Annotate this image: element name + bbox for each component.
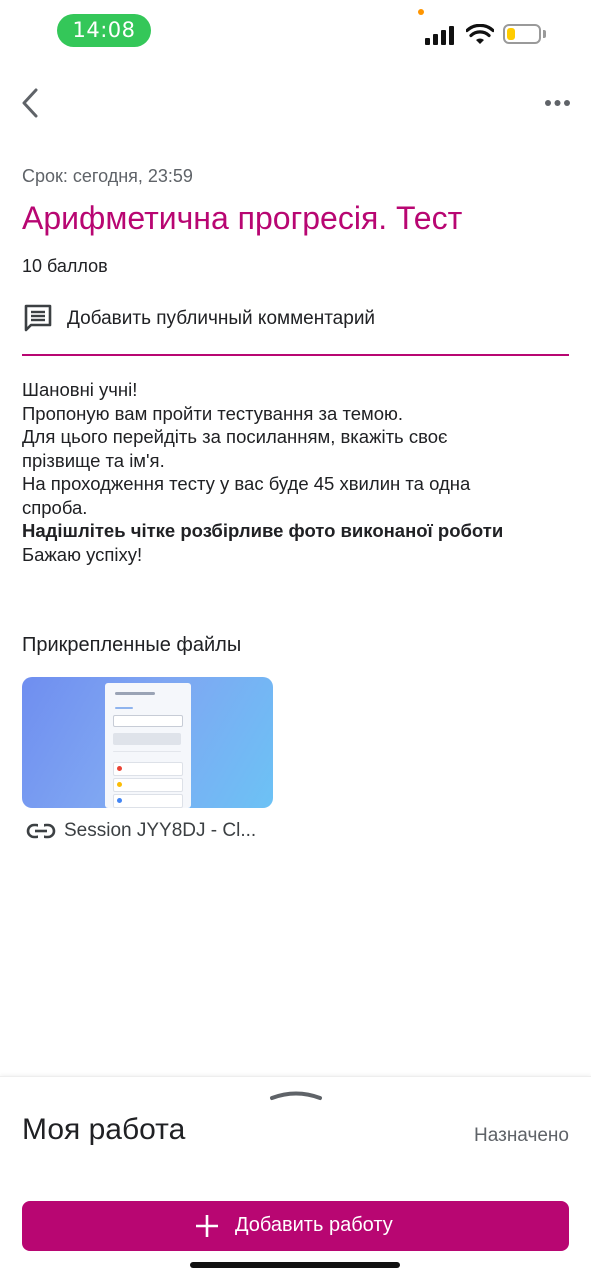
back-button[interactable]: [14, 84, 50, 122]
add-work-label: Добавить работу: [235, 1214, 393, 1236]
status-bar: 14:08: [0, 0, 591, 64]
expand-sheet-handle-icon[interactable]: [269, 1087, 323, 1103]
due-date: Срок: сегодня, 23:59: [22, 166, 193, 186]
plus-icon: [196, 1215, 218, 1237]
attachment-link[interactable]: Session JYY8DJ - Cl...: [26, 818, 286, 844]
assignment-description: Шановні учні! Пропоную вам пройти тестув…: [22, 378, 572, 566]
attachment-thumbnail[interactable]: [22, 677, 273, 808]
my-work-title: Моя работа: [22, 1113, 186, 1146]
chevron-left-icon: [22, 88, 38, 118]
thumbnail-preview-card: [105, 683, 191, 808]
link-icon: [26, 823, 56, 839]
description-line: спроба.: [22, 496, 88, 518]
battery-icon: [503, 24, 541, 44]
add-class-comment-button[interactable]: Добавить публичный комментарий: [22, 300, 562, 338]
description-line-bold: Надішлітеь чітке розбірливе фото виконан…: [22, 520, 504, 541]
assignment-points: 10 баллов: [22, 256, 108, 276]
work-status: Назначено: [474, 1125, 569, 1146]
status-time: 14:08: [57, 14, 151, 47]
my-work-sheet: Моя работа Назначено Добавить работу: [0, 1076, 591, 1281]
description-line: На проходження тесту у вас буде 45 хвили…: [22, 473, 471, 494]
home-indicator[interactable]: [190, 1262, 400, 1268]
attachments-heading: Прикрепленные файлы: [22, 634, 242, 656]
battery-tip: [543, 30, 546, 38]
header-divider: [22, 354, 569, 356]
description-line: Для цього перейдіть за посиланням, вкажі…: [22, 426, 448, 447]
description-line: Шановні учні!: [22, 379, 138, 400]
comment-icon: [24, 304, 52, 332]
description-line: прізвище та ім'я.: [22, 449, 165, 471]
top-app-bar: [0, 70, 591, 136]
add-work-button[interactable]: Добавить работу: [22, 1201, 569, 1251]
wifi-icon: [466, 24, 494, 44]
assignment-title: Арифметична прогресія. Тест: [22, 200, 463, 236]
battery-level: [507, 28, 515, 40]
more-horiz-icon: [545, 100, 570, 106]
comment-label: Добавить публичный комментарий: [67, 308, 376, 329]
attachment-link-label: Session JYY8DJ - Cl...: [64, 820, 257, 841]
description-line: Пропоную вам пройти тестування за темою.: [22, 402, 404, 424]
description-line: Бажаю успіху!: [22, 543, 143, 565]
privacy-indicator-icon: [418, 9, 424, 15]
cellular-signal-icon: [425, 25, 457, 45]
more-options-button[interactable]: [540, 90, 576, 116]
